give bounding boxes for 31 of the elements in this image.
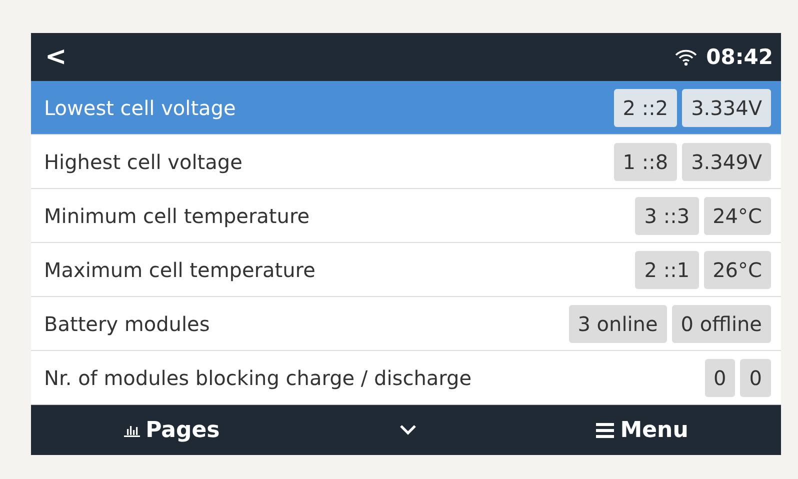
value-tag: 2 ::2 bbox=[614, 88, 678, 126]
clock-time: 08:42 bbox=[706, 45, 773, 69]
list-row[interactable]: Minimum cell temperature 3 ::3 24°C bbox=[31, 189, 781, 243]
value-tag: 0 bbox=[704, 358, 736, 396]
value-tag: 3.349V bbox=[682, 142, 771, 180]
chart-icon bbox=[124, 423, 140, 437]
value-tag: 0 bbox=[740, 358, 771, 396]
list-row[interactable]: Battery modules 3 online 0 offline bbox=[31, 297, 781, 351]
value-tag: 24°C bbox=[704, 196, 771, 234]
back-button[interactable]: < bbox=[41, 42, 71, 72]
value-tag: 3 online bbox=[568, 304, 667, 342]
wifi-icon bbox=[674, 48, 698, 66]
row-label: Lowest cell voltage bbox=[44, 96, 236, 120]
menu-button[interactable]: Menu bbox=[590, 416, 694, 444]
value-tag: 3.334V bbox=[682, 88, 771, 126]
row-label: Highest cell voltage bbox=[44, 150, 242, 174]
list-row[interactable]: Lowest cell voltage 2 ::2 3.334V bbox=[31, 81, 781, 135]
menu-icon bbox=[596, 422, 614, 438]
chevron-down-icon[interactable] bbox=[399, 424, 417, 436]
row-label: Nr. of modules blocking charge / discharge bbox=[44, 366, 472, 390]
row-label: Maximum cell temperature bbox=[44, 258, 316, 282]
value-tag: 3 ::3 bbox=[635, 196, 699, 234]
row-label: Battery modules bbox=[44, 312, 210, 336]
list-row[interactable]: Maximum cell temperature 2 ::1 26°C bbox=[31, 243, 781, 297]
value-tag: 2 ::1 bbox=[635, 250, 699, 288]
list-row[interactable]: Highest cell voltage 1 ::8 3.349V bbox=[31, 135, 781, 189]
pages-button[interactable]: Pages bbox=[118, 416, 226, 444]
row-label: Minimum cell temperature bbox=[44, 204, 310, 228]
value-tag: 1 ::8 bbox=[614, 142, 678, 180]
value-tag: 26°C bbox=[704, 250, 771, 288]
value-tag: 0 offline bbox=[672, 304, 771, 342]
